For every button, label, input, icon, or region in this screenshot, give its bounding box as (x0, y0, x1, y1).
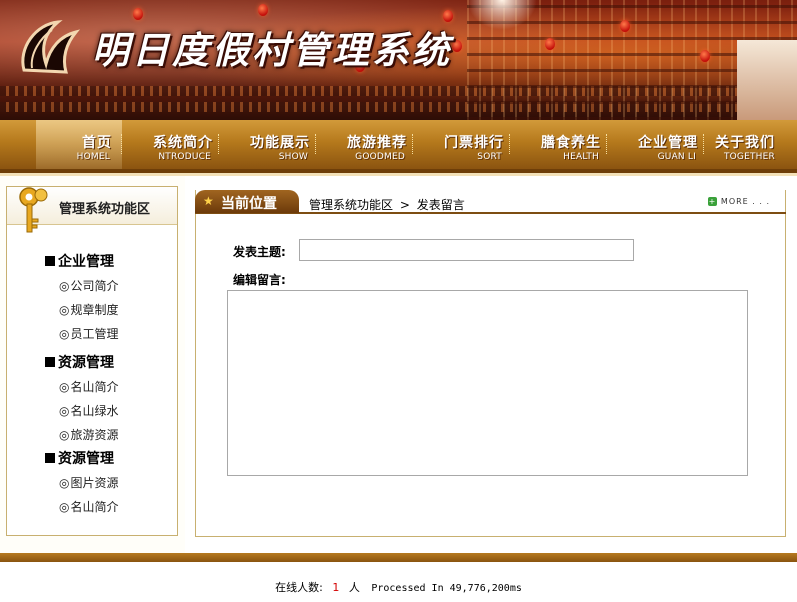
sidebar-link-mountains-2[interactable]: ◎名山简介 (59, 498, 119, 515)
key-icon (19, 187, 48, 233)
current-location-label: 当前位置 (221, 196, 277, 212)
nav-item-sublabel: SORT (477, 152, 502, 162)
sidebar-link-rules[interactable]: ◎规章制度 (59, 301, 119, 318)
sidebar-header: 管理系统功能区 (7, 187, 177, 233)
sidebar-container: 管理系统功能区 企业管理 ◎公司简介 ◎规章制度 ◎员工管理 资源管理 ◎名山简… (0, 176, 185, 553)
footer-bar (0, 553, 797, 562)
subject-input[interactable] (299, 239, 634, 261)
sidebar-link-staff[interactable]: ◎员工管理 (59, 325, 119, 342)
message-label: 编辑留言: (233, 273, 286, 287)
nav-item-label: 首页 (82, 135, 112, 151)
lantern-icon (133, 8, 143, 20)
nav-item-label: 旅游推荐 (347, 135, 407, 151)
processed-time: Processed In 49,776,200ms (371, 583, 522, 594)
square-bullet-icon (45, 357, 55, 367)
lantern-icon (258, 4, 268, 16)
circle-bullet-icon: ◎ (59, 327, 70, 341)
nav-item-sublabel: HEALTH (563, 152, 599, 162)
nav-item-label: 企业管理 (638, 135, 698, 151)
circle-bullet-icon: ◎ (59, 404, 70, 418)
more-label: MORE . . . (720, 197, 770, 206)
lantern-icon (700, 50, 710, 62)
online-unit: 人 (348, 581, 360, 594)
nav-item-label: 关于我们 (715, 135, 775, 151)
nav-item-introduce[interactable]: 系统简介 NTRODUCE (122, 120, 219, 169)
sidebar-group-title: 资源管理 (45, 352, 114, 372)
site-title: 明日度假村管理系统 (92, 28, 452, 72)
nav-item-sublabel: NTRODUCE (158, 152, 211, 162)
breadcrumb-path: 管理系统功能区 > 发表留言 (309, 196, 465, 213)
circle-bullet-icon: ◎ (59, 500, 70, 514)
nav-item-sublabel: SHOW (278, 152, 308, 162)
nav-item-label: 系统简介 (153, 135, 213, 151)
footer-status: 在线人数: 1 人 Processed In 49,776,200ms (0, 579, 797, 595)
breadcrumb-separator: > (399, 198, 410, 212)
online-count: 1 (332, 581, 340, 594)
sidebar-group-label: 资源管理 (58, 451, 114, 467)
nav-item-show[interactable]: 功能展示 SHOW (219, 120, 316, 169)
banner-wall (737, 40, 797, 120)
subject-label: 发表主题: (233, 245, 286, 259)
circle-bullet-icon: ◎ (59, 303, 70, 317)
square-bullet-icon (45, 256, 55, 266)
breadcrumb-current: 发表留言 (416, 198, 465, 212)
sidebar-group-title: 资源管理 (45, 448, 114, 468)
message-textarea[interactable] (227, 290, 748, 476)
star-icon: ★ (203, 194, 214, 208)
plus-icon: + (707, 197, 717, 206)
lantern-icon (545, 38, 555, 50)
circle-bullet-icon: ◎ (59, 279, 70, 293)
sidebar-link-label: 旅游资源 (70, 428, 119, 442)
nav-item-travel[interactable]: 旅游推荐 GOODMED (316, 120, 413, 169)
sidebar-link-company-intro[interactable]: ◎公司简介 (59, 277, 119, 294)
nav-item-enterprise[interactable]: 企业管理 GUAN LI (607, 120, 704, 169)
nav-item-sublabel: HOMEL (76, 152, 110, 162)
main-nav: 首页 HOMEL 系统简介 NTRODUCE 功能展示 SHOW 旅游推荐 GO… (0, 120, 797, 173)
sidebar-group-label: 企业管理 (58, 254, 114, 270)
nav-item-label: 功能展示 (250, 135, 310, 151)
nav-item-about[interactable]: 关于我们 TOGETHER (704, 120, 797, 169)
sidebar-link-label: 公司简介 (70, 279, 119, 293)
sidebar-link-label: 规章制度 (70, 303, 119, 317)
nav-item-label: 门票排行 (444, 135, 504, 151)
sidebar-link-label: 名山绿水 (70, 404, 119, 418)
circle-bullet-icon: ◎ (59, 428, 70, 442)
circle-bullet-icon: ◎ (59, 380, 70, 394)
current-location-tab: ★ 当前位置 (195, 190, 299, 213)
nav-item-health[interactable]: 膳食养生 HEALTH (510, 120, 607, 169)
nav-item-tickets[interactable]: 门票排行 SORT (413, 120, 510, 169)
nav-item-label: 膳食养生 (541, 135, 601, 151)
nav-item-sublabel: GOODMED (355, 152, 405, 162)
sidebar-group-label: 资源管理 (58, 355, 114, 371)
nav-item-home[interactable]: 首页 HOMEL (36, 120, 122, 169)
more-link[interactable]: + MORE . . . (707, 197, 770, 206)
breadcrumb-section[interactable]: 管理系统功能区 (309, 198, 393, 212)
site-logo-icon (21, 20, 81, 74)
nav-item-sublabel: GUAN LI (657, 152, 696, 162)
sidebar-link-label: 员工管理 (70, 327, 119, 341)
sidebar-link-scenery[interactable]: ◎名山绿水 (59, 402, 119, 419)
banner-sky (467, 0, 537, 30)
circle-bullet-icon: ◎ (59, 476, 70, 490)
sidebar-link-label: 名山简介 (70, 500, 119, 514)
sidebar-link-travel-resources[interactable]: ◎旅游资源 (59, 426, 119, 443)
breadcrumb: ★ 当前位置 管理系统功能区 > 发表留言 + MORE . . . (195, 190, 786, 214)
sidebar-link-label: 名山简介 (70, 380, 119, 394)
online-label: 在线人数: (275, 581, 323, 594)
sidebar-link-label: 图片资源 (70, 476, 119, 490)
header-banner: 明日度假村管理系统 (0, 0, 797, 120)
lantern-icon (620, 20, 630, 32)
sidebar: 管理系统功能区 企业管理 ◎公司简介 ◎规章制度 ◎员工管理 资源管理 ◎名山简… (6, 186, 178, 536)
sidebar-link-images[interactable]: ◎图片资源 (59, 474, 119, 491)
sidebar-link-mountains[interactable]: ◎名山简介 (59, 378, 119, 395)
sidebar-group-title: 企业管理 (45, 251, 114, 271)
square-bullet-icon (45, 453, 55, 463)
lantern-icon (452, 40, 462, 52)
sidebar-title: 管理系统功能区 (59, 202, 151, 217)
nav-item-sublabel: TOGETHER (723, 152, 775, 162)
